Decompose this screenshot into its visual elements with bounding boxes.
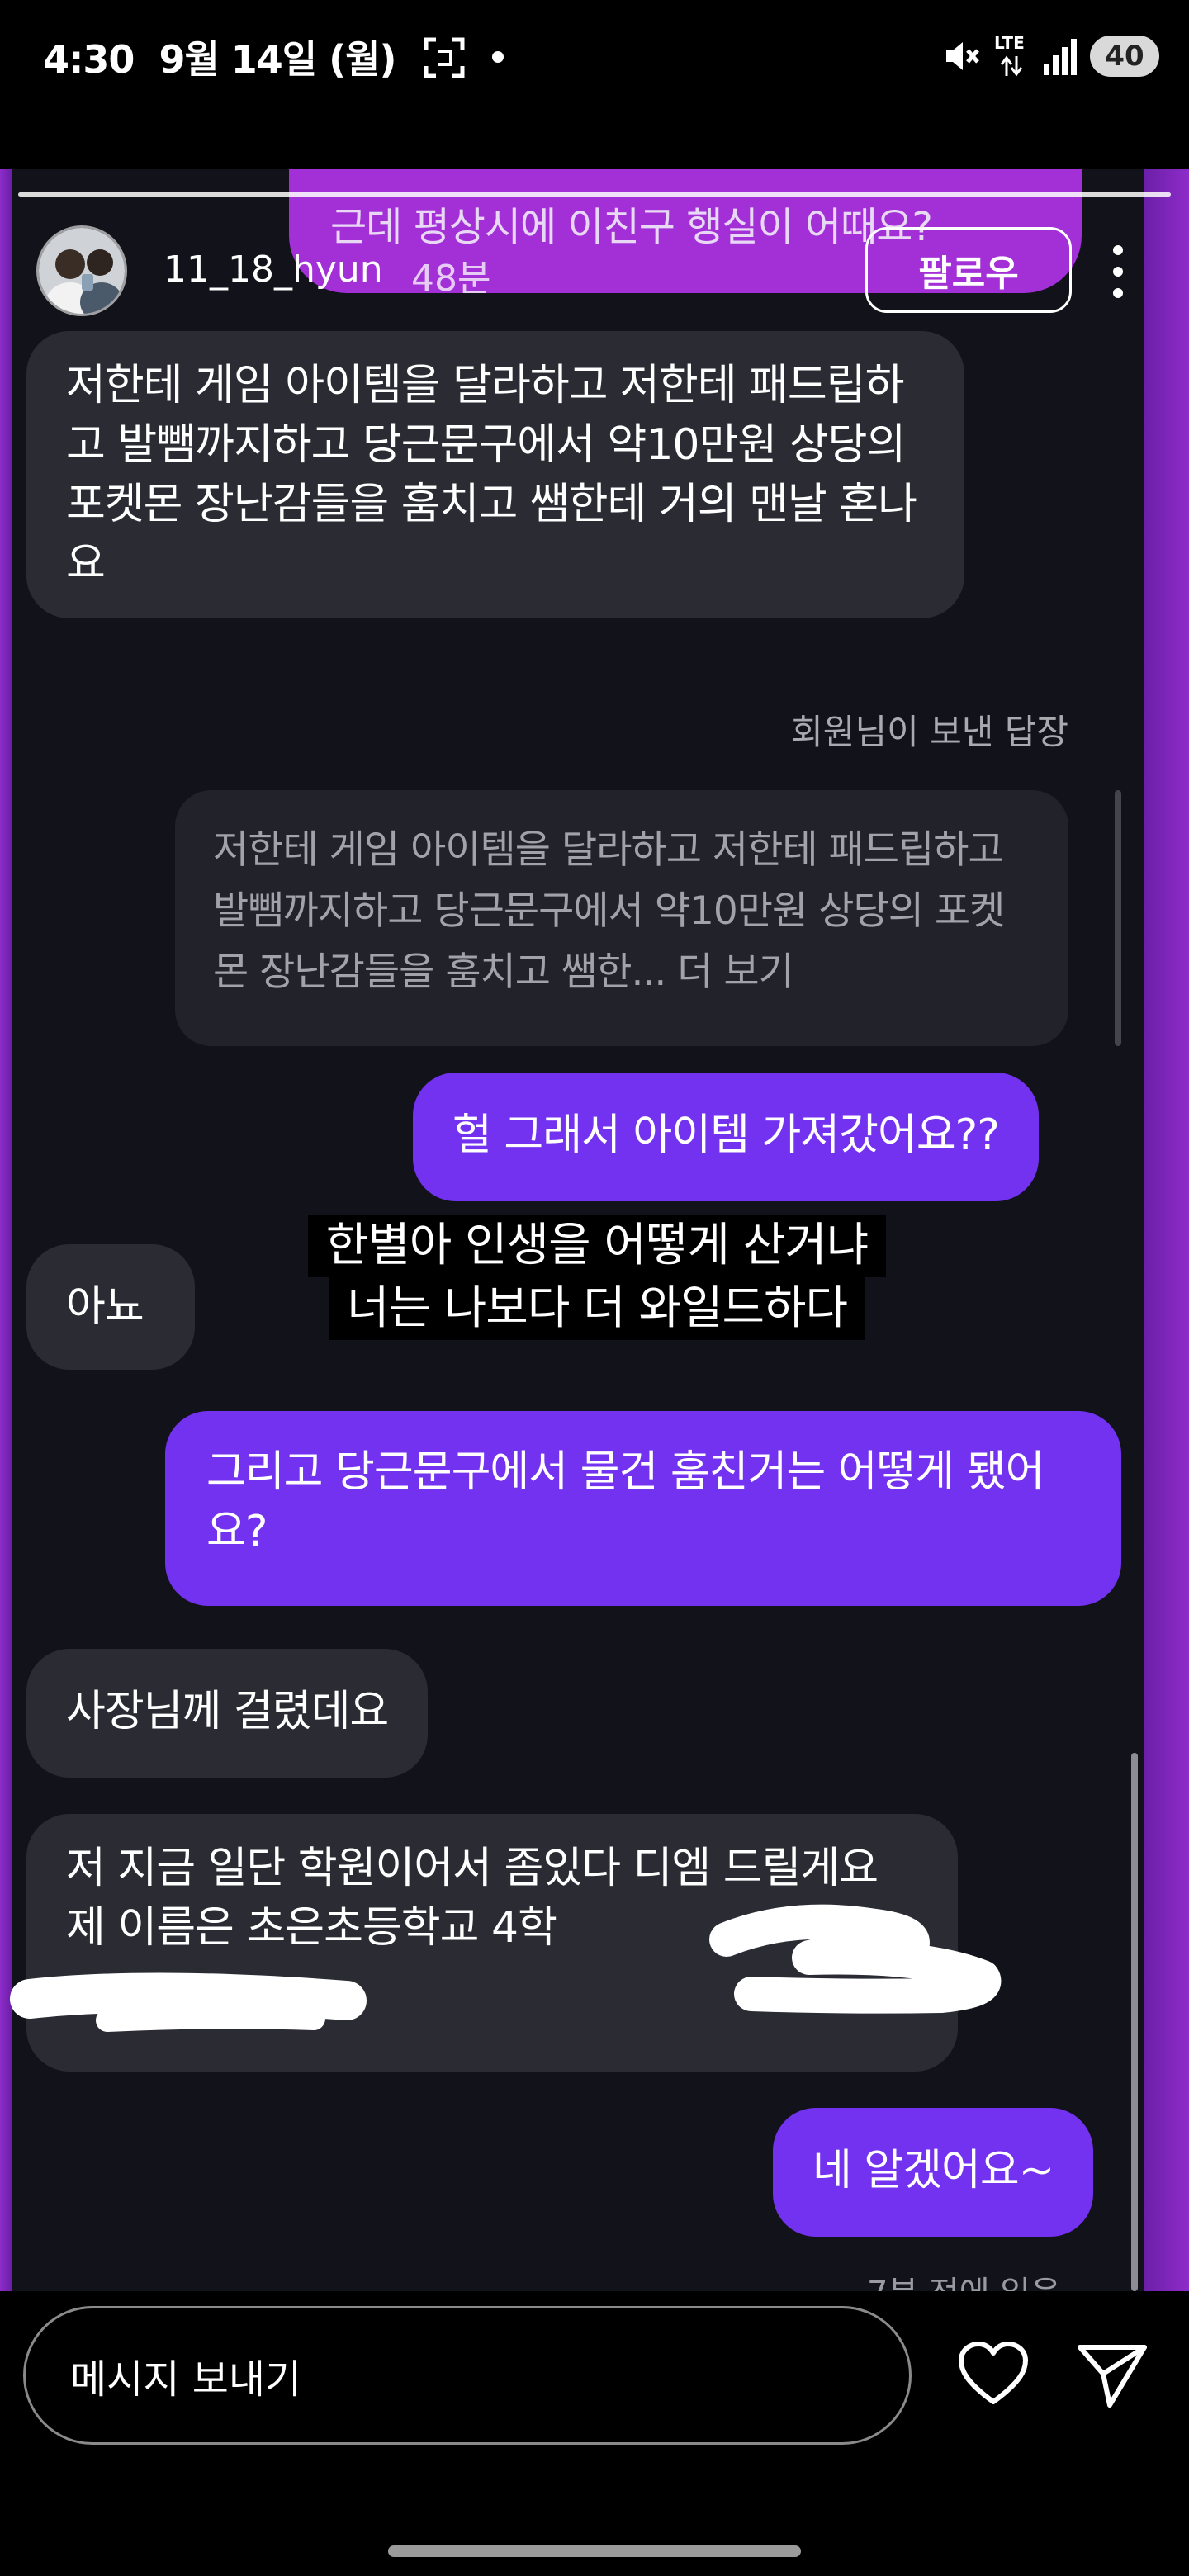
more-vertical-icon[interactable]: [1101, 245, 1135, 298]
heart-icon[interactable]: [956, 2337, 1030, 2412]
incoming-message[interactable]: 저한테 게임 아이템을 달라하고 저한테 패드립하고 발뺌까지하고 당근문구에서…: [26, 331, 964, 618]
scrollbar-thumb[interactable]: [1131, 1753, 1138, 2291]
status-clock: 4:30: [43, 37, 135, 82]
message-input[interactable]: 메시지 보내기: [23, 2306, 912, 2445]
caption-line-2: 너는 나보다 더 와일드하다: [328, 1277, 866, 1340]
story-time-ago: 48분: [411, 258, 491, 300]
status-indicators: LTE 40: [941, 30, 1159, 83]
status-date: 9월 14일 (월): [159, 37, 396, 82]
quote-divider: [1115, 790, 1121, 1046]
screenshot-icon: [424, 37, 465, 78]
network-label: LTE: [994, 33, 1025, 53]
story-progress-bar: [18, 192, 1171, 197]
signal-icon: [1044, 39, 1077, 75]
send-icon[interactable]: [1075, 2337, 1149, 2412]
replied-story-quote[interactable]: 저한테 게임 아이템을 달라하고 저한테 패드립하고 발뺌까지하고 당근문구에서…: [175, 790, 1068, 1046]
data-arrows-icon: [1000, 55, 1023, 77]
story-reply-bar: 메시지 보내기: [0, 2291, 1189, 2576]
story-caption-overlay: 한별아 인생을 어떻게 산거냐 너는 나보다 더 와일드하다: [296, 1215, 898, 1340]
outgoing-message[interactable]: 그리고 당근문구에서 물건 훔친거는 어떻게 됐어요?: [165, 1411, 1121, 1606]
notification-dot-icon: [492, 51, 504, 63]
reply-label: 회원님이 보낸 답장: [791, 712, 1068, 752]
status-bar: 4:30 9월 14일 (월) LTE 40: [0, 0, 1189, 116]
outgoing-message[interactable]: 헐 그래서 아이템 가져갔어요??: [413, 1073, 1039, 1201]
home-indicator: [388, 2545, 801, 2557]
incoming-message[interactable]: 저 지금 일단 학원이어서 좀있다 디엠 드릴게요 제 이름은 초은초등학교 4…: [26, 1814, 958, 2072]
incoming-message[interactable]: 사장님께 걸렸데요: [26, 1649, 429, 1778]
outgoing-message[interactable]: 네 알겠어요~: [773, 2108, 1094, 2237]
story-username[interactable]: 11_18_hyun: [163, 249, 383, 291]
caption-line-1: 한별아 인생을 어떻게 산거냐: [307, 1215, 887, 1277]
profile-photo: [39, 228, 125, 314]
battery-badge: 40: [1090, 36, 1159, 77]
incoming-message[interactable]: 아뇨: [26, 1244, 195, 1370]
seen-status: 7분 전에 읽음: [867, 2266, 1061, 2291]
status-time: 4:30 9월 14일 (월): [43, 30, 397, 84]
avatar[interactable]: [36, 225, 127, 316]
follow-button[interactable]: 팔로우: [865, 227, 1072, 313]
mute-icon: [946, 42, 979, 70]
story-viewer[interactable]: 근데 평상시에 이친구 행실이 어때요? 11_18_hyun 48분 팔로우 …: [0, 169, 1189, 2291]
network-indicator: LTE: [994, 33, 1030, 79]
banner-question: 근데 평상시에 이친구 행실이 어때요?: [330, 204, 933, 250]
